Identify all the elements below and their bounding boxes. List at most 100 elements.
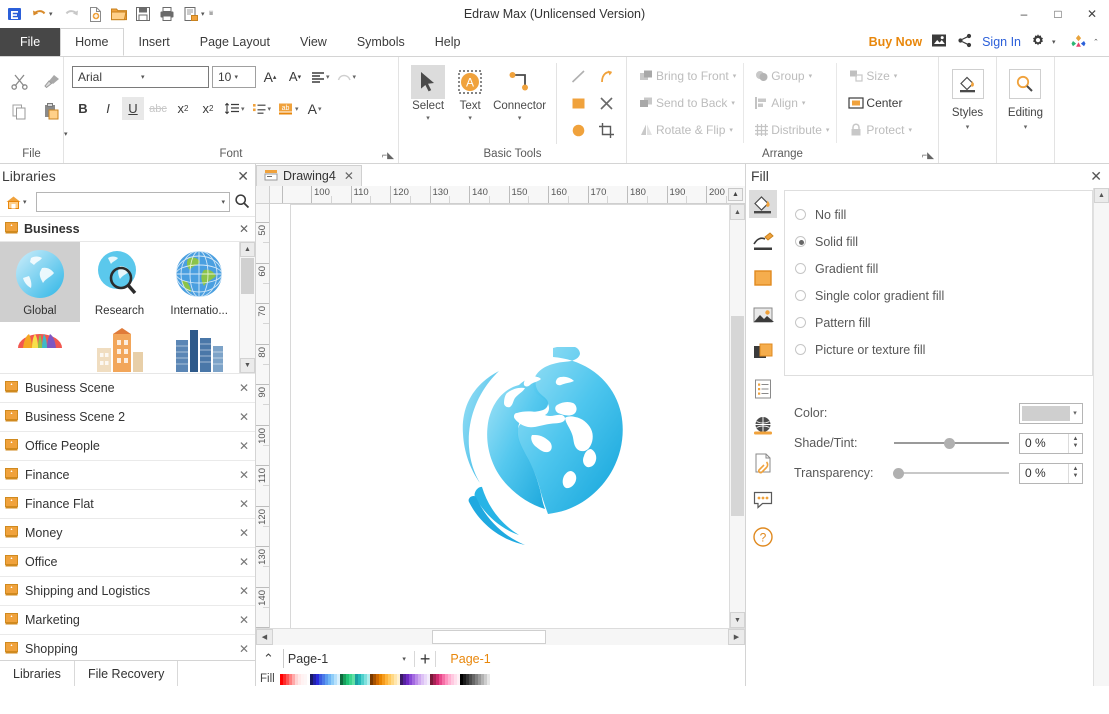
properties-tool-icon[interactable] [749,375,777,403]
library-item-close-icon[interactable]: ✕ [239,439,249,453]
picture-or-texture-fill-radio[interactable] [795,344,806,355]
footer-tab-libraries[interactable]: Libraries [0,661,75,686]
text-tool-caret[interactable]: ▾ [468,115,472,123]
fill-option-no-fill[interactable]: No fill [785,201,1092,228]
new-document-icon[interactable] [84,3,106,25]
line-spacing-button[interactable]: ▾ [222,97,247,120]
comment-tool-icon[interactable] [749,486,777,514]
list-item[interactable]: Finance Flat ✕ [0,490,255,519]
bullet-list-button[interactable]: ▾ [250,97,274,120]
home-icon[interactable] [5,195,22,210]
size-caret[interactable]: ▾ [894,72,898,80]
canvas-scroll-up-icon[interactable]: ▲ [730,204,745,220]
export-icon[interactable] [180,3,202,25]
page-selector-caret[interactable]: ▾ [402,655,408,663]
font-dialog-launcher[interactable]: ⌐◣ [382,150,394,161]
library-item-close-icon[interactable]: ✕ [239,555,249,569]
select-tool[interactable]: Select ▾ [407,63,449,123]
maximize-button[interactable]: □ [1041,0,1075,28]
globe-illustration[interactable] [453,345,635,559]
paste-icon[interactable] [37,97,65,125]
search-input[interactable] [37,196,222,208]
page-selector[interactable]: Page-1 ▾ [282,649,408,668]
shapes-scroll-track[interactable] [240,295,255,358]
library-item-close-icon[interactable]: ✕ [239,584,249,598]
underline-button[interactable]: U [122,97,144,120]
canvas-hscroll-track[interactable] [273,629,728,645]
fill-option-gradient-fill[interactable]: Gradient fill [785,255,1092,282]
list-item[interactable]: Office ✕ [0,548,255,577]
canvas-hscroll-thumb[interactable] [432,630,546,644]
library-item-close-icon[interactable]: ✕ [239,613,249,627]
page-bar-expand-icon[interactable]: ⌃ [260,651,277,667]
shape-balloon[interactable] [0,322,80,373]
library-item-close-icon[interactable]: ✕ [239,497,249,511]
canvas-vscroll-track-top[interactable] [730,220,745,315]
bullet-list-caret[interactable]: ▾ [268,105,272,113]
font-size-caret[interactable]: ▾ [235,73,254,81]
send-to-back-button[interactable]: Send to Back ▾ [633,90,739,116]
strikethrough-button[interactable]: abc [147,97,169,120]
list-item[interactable]: Money ✕ [0,519,255,548]
search-icon[interactable] [234,193,250,212]
canvas-scroll-left-icon[interactable]: ◀ [256,629,273,645]
align-text-caret[interactable]: ▾ [326,73,330,81]
shade-tint-slider[interactable] [894,436,1009,450]
cut-icon[interactable] [5,67,33,95]
bring-to-front-caret[interactable]: ▾ [733,72,737,80]
undo-icon[interactable] [28,3,50,25]
shade-tint-spinner[interactable]: 0 % ▲ ▼ [1019,432,1083,454]
sign-in-link[interactable]: Sign In [982,35,1021,49]
menu-tab-help[interactable]: Help [420,28,476,56]
font-color-caret[interactable]: ▾ [318,105,322,113]
center-button[interactable]: Center [843,90,915,116]
library-item-close-icon[interactable]: ✕ [239,642,249,656]
close-shape-tool[interactable] [593,90,621,117]
help-tool-icon[interactable]: ? [749,523,777,551]
menu-tab-page-layout[interactable]: Page Layout [185,28,285,56]
shape-skyscraper[interactable] [159,322,239,373]
group-button[interactable]: Group ▾ [748,63,832,89]
solid-fill-radio[interactable] [795,236,806,247]
open-folder-icon[interactable] [108,3,130,25]
minimize-button[interactable]: – [1007,0,1041,28]
page-tab-page-1[interactable]: Page-1 [442,652,498,666]
library-item-close-icon[interactable]: ✕ [239,468,249,482]
connector-tool-caret[interactable]: ▾ [518,115,522,123]
font-size-combobox[interactable]: 10 ▾ [212,65,256,88]
close-button[interactable]: ✕ [1075,0,1109,28]
list-item[interactable]: Business Scene 2 ✕ [0,403,255,432]
align-caret[interactable]: ▾ [802,99,806,107]
editing-button[interactable]: Editing ▾ [1008,63,1043,131]
list-item[interactable]: Finance ✕ [0,461,255,490]
library-item-close-icon[interactable]: ✕ [239,410,249,424]
protect-button[interactable]: Protect ▾ [843,117,915,143]
gradient-fill-radio[interactable] [795,263,806,274]
grow-font-button[interactable]: A ▴ [259,65,281,88]
text-highlight-button[interactable]: ab ▾ [276,97,301,120]
ruler-collapse-icon[interactable]: ▲ [728,188,743,201]
font-family-caret[interactable]: ▾ [141,73,206,81]
library-category-close-icon[interactable]: ✕ [239,222,249,236]
color-picker-caret[interactable]: ▾ [1070,409,1080,417]
menu-tab-view[interactable]: View [285,28,342,56]
single-color-gradient-fill-radio[interactable] [795,290,806,301]
fill-option-pattern-fill[interactable]: Pattern fill [785,309,1092,336]
align-text-button[interactable]: ▾ [309,65,332,88]
canvas-horizontal-scrollbar[interactable]: ◀ ▶ [256,628,745,645]
shapes-scrollbar[interactable]: ▲ ▼ [239,242,255,373]
fill-panel-scroll-track[interactable] [1094,203,1109,686]
group-caret[interactable]: ▾ [809,72,813,80]
distribute-button[interactable]: Distribute ▾ [748,117,832,143]
canvas-scroll-right-icon[interactable]: ▶ [728,629,745,645]
arrange-dialog-launcher[interactable]: ⌐◣ [922,150,934,161]
styles-button[interactable]: Styles ▾ [951,63,984,131]
list-item[interactable]: Marketing ✕ [0,606,255,635]
fill-option-single-color-gradient-fill[interactable]: Single color gradient fill [785,282,1092,309]
libraries-close-icon[interactable]: ✕ [237,168,249,185]
copy-icon[interactable] [5,97,33,125]
fill-panel-scrollbar[interactable]: ▲ [1093,188,1109,686]
fill-option-picture-or-texture-fill[interactable]: Picture or texture fill [785,336,1092,363]
search-dropdown-caret[interactable]: ▾ [221,198,227,206]
shape-global[interactable]: Global [0,242,80,322]
